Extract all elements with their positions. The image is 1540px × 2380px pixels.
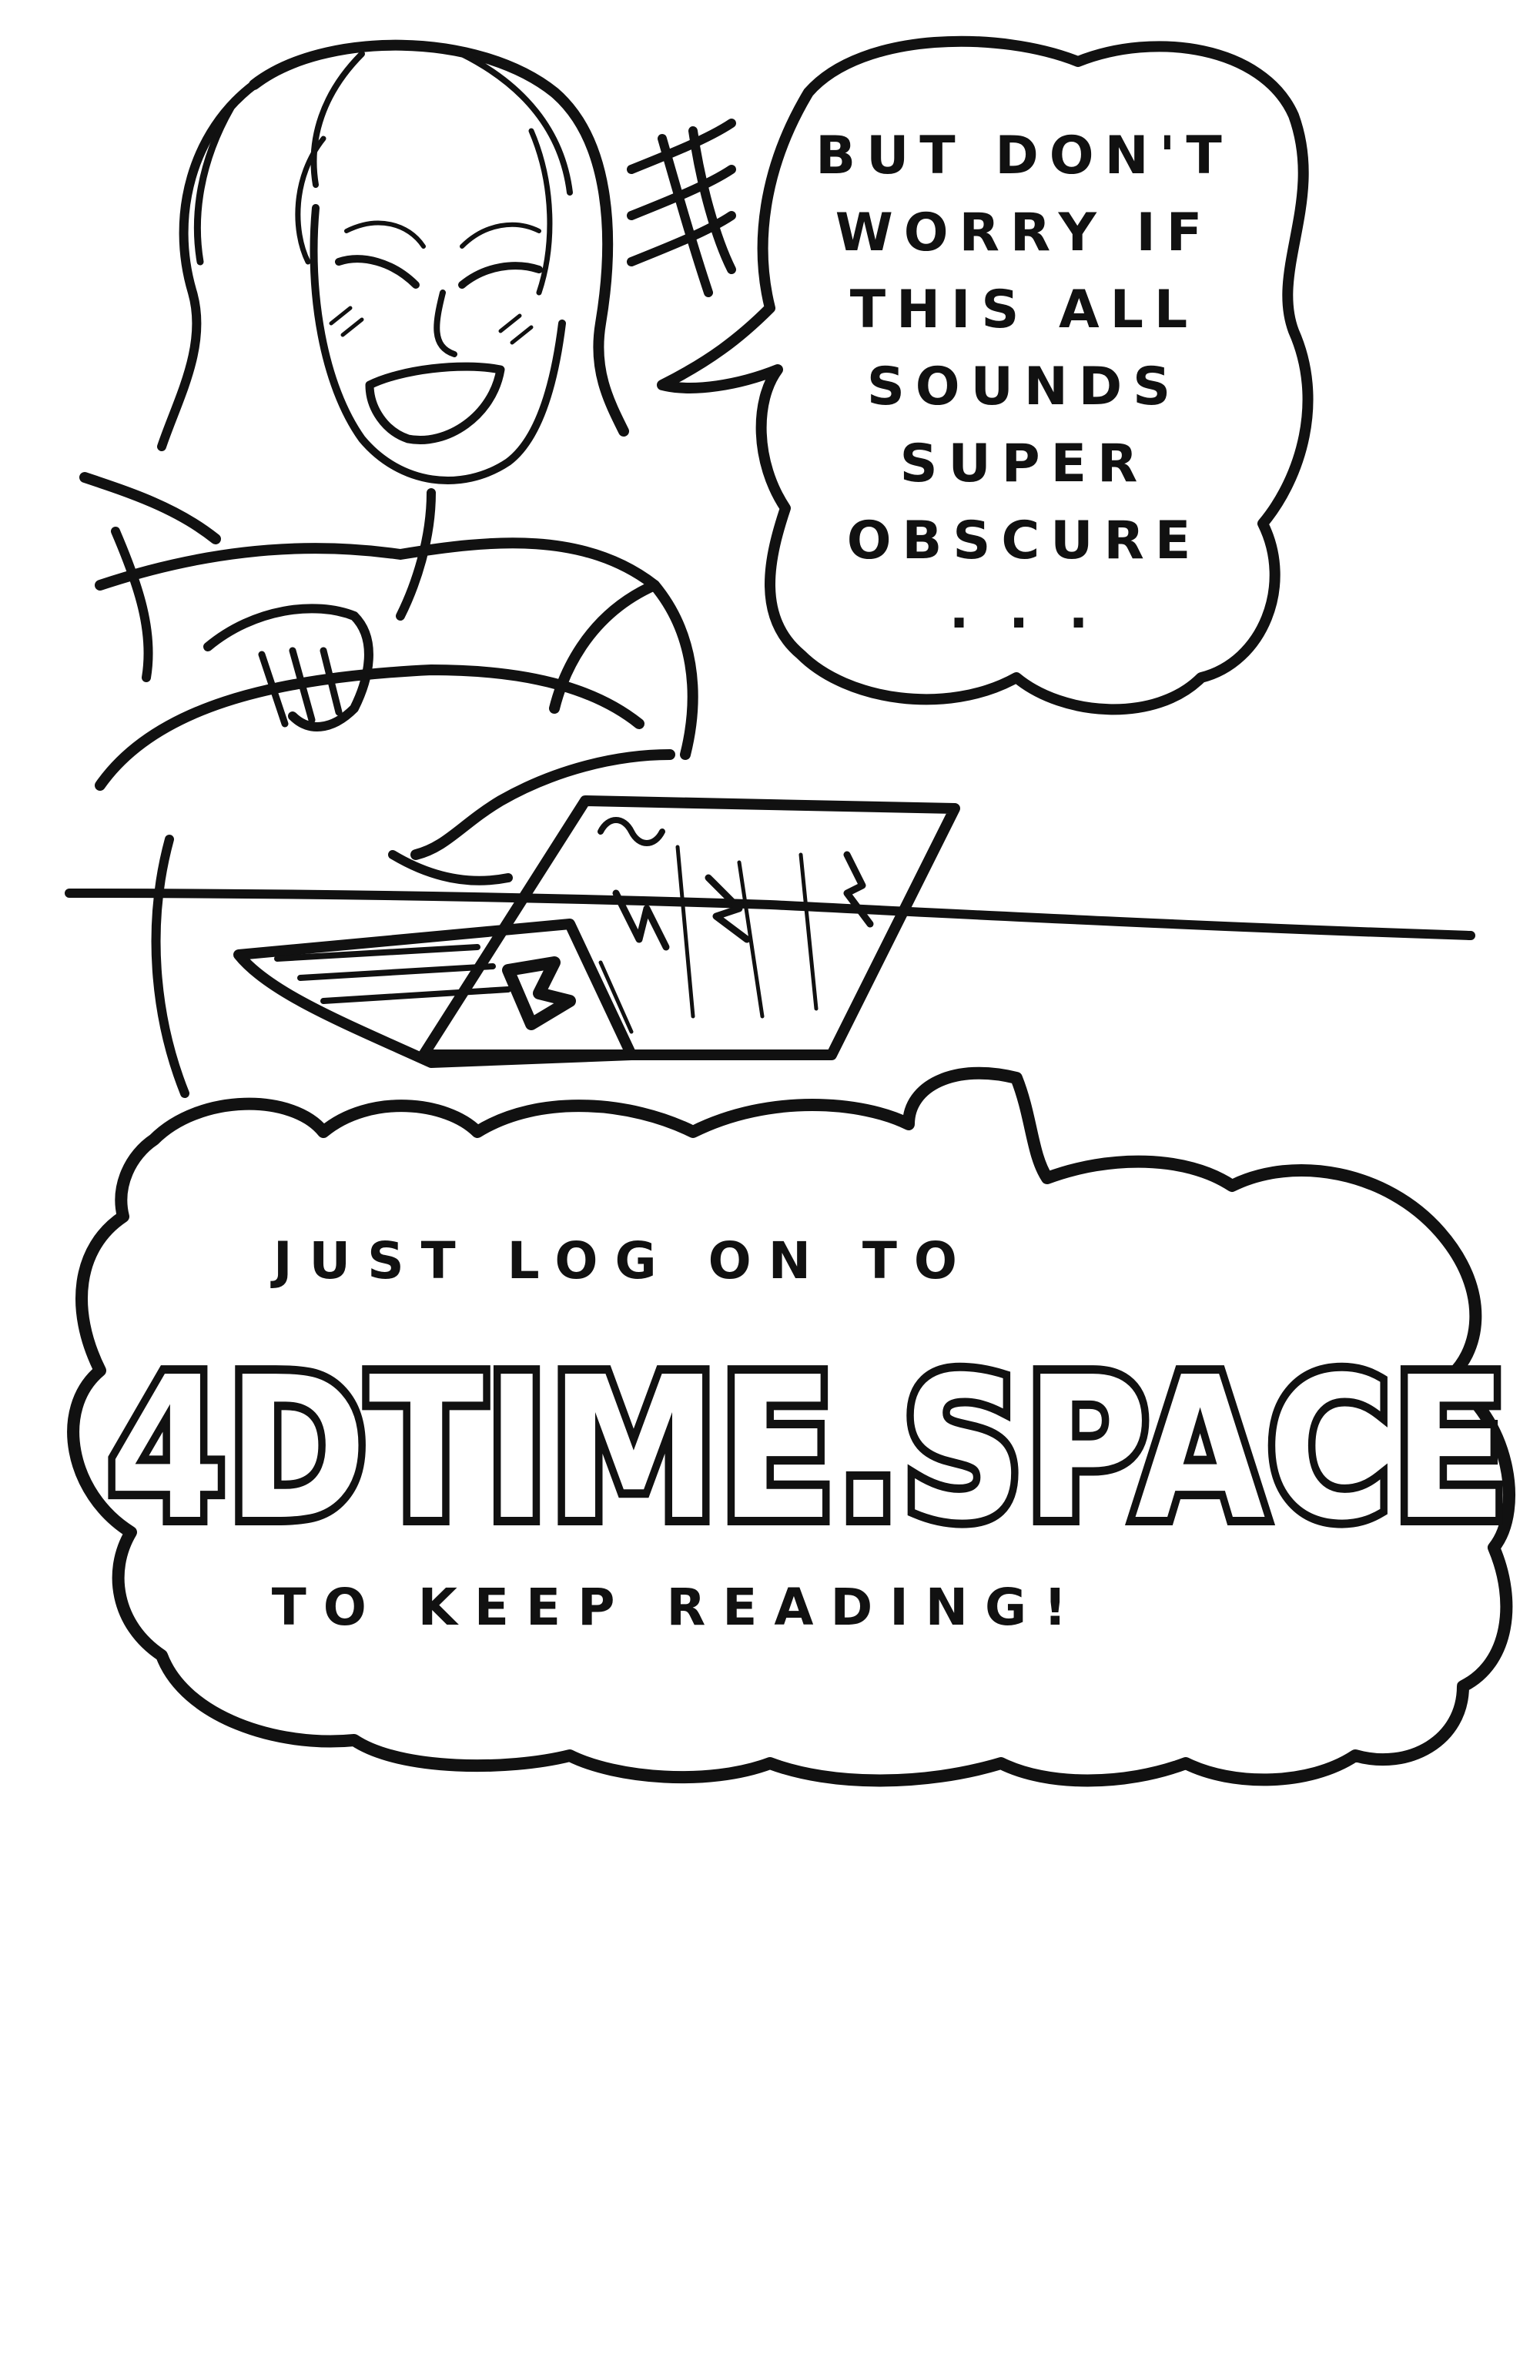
caption-bottom: TO KEEP READING!: [272, 1578, 1084, 1637]
speech-line: SOUNDS: [867, 356, 1181, 417]
caption-cloud: JUST LOG ON TO 4DTIME.SPACE TO KEEP READ…: [67, 1066, 1516, 1787]
speech-line: BUT DON'T: [815, 126, 1232, 186]
speech-line: WORRY IF: [835, 203, 1213, 263]
speech-line: SUPER: [900, 433, 1149, 494]
speech-line: OBSCURE: [847, 510, 1202, 571]
site-url: 4DTIME.SPACE: [108, 1335, 1509, 1564]
speech-line: THIS ALL: [850, 280, 1199, 340]
comic-panel: BUT DON'T WORRY IF THIS ALL SOUNDS SUPER…: [65, 35, 1516, 1787]
caption-top: JUST LOG ON TO: [270, 1231, 974, 1290]
speech-bubble: BUT DON'T WORRY IF THIS ALL SOUNDS SUPER…: [657, 35, 1314, 715]
desk-and-laptop: [65, 795, 1475, 1068]
speech-line: . . .: [949, 580, 1100, 641]
